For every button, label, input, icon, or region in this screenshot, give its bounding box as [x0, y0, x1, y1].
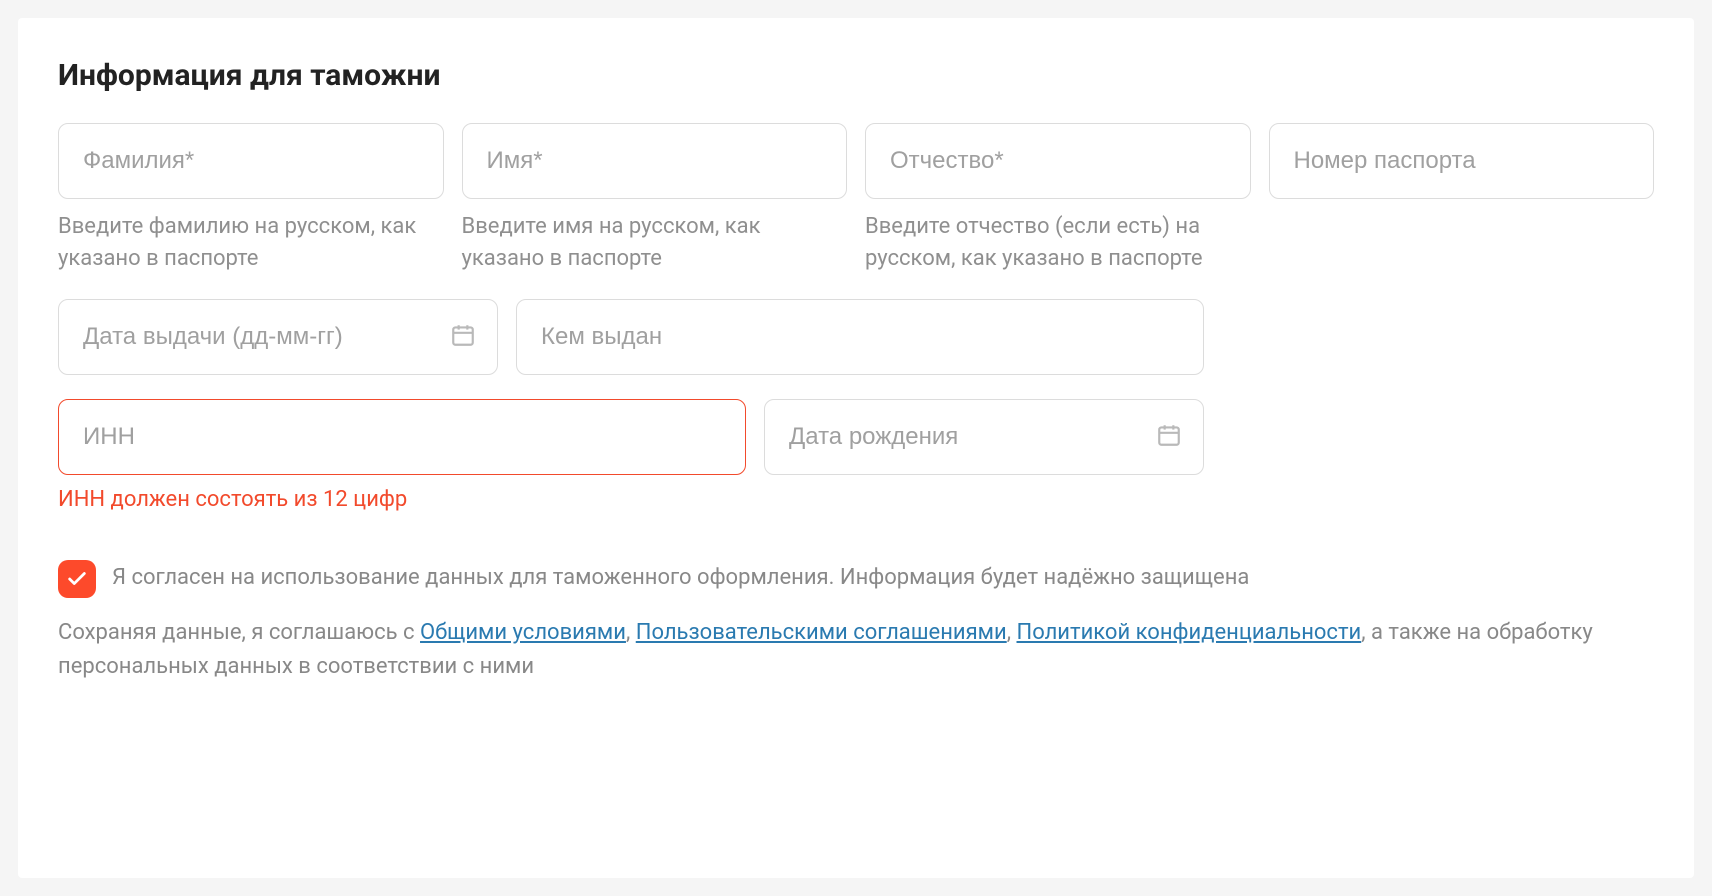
field-issued-by: [516, 299, 1204, 375]
field-firstname: Введите имя на русском, как указано в па…: [462, 123, 848, 275]
section-title: Информация для таможни: [58, 58, 1654, 93]
firstname-input[interactable]: [462, 123, 848, 199]
middlename-hint: Введите отчество (если есть) на русском,…: [865, 211, 1251, 275]
issued-by-input[interactable]: [516, 299, 1204, 375]
legal-prefix: Сохраняя данные, я соглашаюсь с: [58, 620, 420, 645]
field-passport-number: [1269, 123, 1655, 199]
field-inn: ИНН должен состоять из 12 цифр: [58, 399, 746, 512]
lastname-hint: Введите фамилию на русском, как указано …: [58, 211, 444, 275]
agreements-link[interactable]: Пользовательскими соглашениями: [636, 620, 1007, 645]
issue-date-input[interactable]: [58, 299, 498, 375]
inn-input[interactable]: [58, 399, 746, 475]
middlename-input[interactable]: [865, 123, 1251, 199]
consent-checkbox[interactable]: [58, 560, 96, 598]
consent-text: Я согласен на использование данных для т…: [112, 563, 1249, 594]
legal-sep2: ,: [1007, 620, 1017, 645]
inn-error: ИНН должен состоять из 12 цифр: [58, 487, 746, 512]
birth-date-input[interactable]: [764, 399, 1204, 475]
field-lastname: Введите фамилию на русском, как указано …: [58, 123, 444, 275]
row-names: Введите фамилию на русском, как указано …: [58, 123, 1654, 275]
field-birth-date: [764, 399, 1204, 475]
legal-sep1: ,: [626, 620, 636, 645]
consent-row: Я согласен на использование данных для т…: [58, 560, 1654, 598]
passport-number-input[interactable]: [1269, 123, 1655, 199]
row-inn-birth: ИНН должен состоять из 12 цифр: [58, 399, 1654, 512]
field-issue-date: [58, 299, 498, 375]
legal-text: Сохраняя данные, я соглашаюсь с Общими у…: [58, 616, 1654, 684]
privacy-link[interactable]: Политикой конфиденциальности: [1017, 620, 1362, 645]
row-passport-details: [58, 299, 1654, 375]
terms-link[interactable]: Общими условиями: [420, 620, 626, 645]
lastname-input[interactable]: [58, 123, 444, 199]
firstname-hint: Введите имя на русском, как указано в па…: [462, 211, 848, 275]
field-middlename: Введите отчество (если есть) на русском,…: [865, 123, 1251, 275]
customs-info-card: Информация для таможни Введите фамилию н…: [18, 18, 1694, 878]
